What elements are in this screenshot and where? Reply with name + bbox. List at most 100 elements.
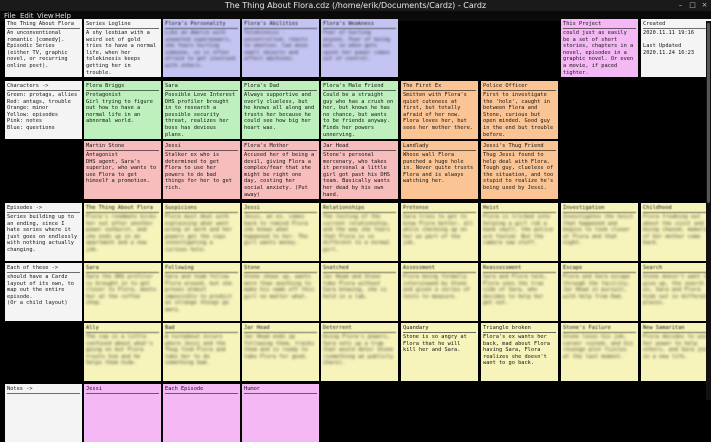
card-title: Pretense	[403, 204, 476, 213]
card-ep-assessment[interactable]: Assessment Flora being formally interview…	[401, 263, 478, 321]
card-ep-snatched[interactable]: Snatched Jar Head and Stone take Flora wi…	[321, 263, 398, 321]
card-text: Telekinesis - uncontrolled, reacts to em…	[244, 30, 311, 63]
card-title: Ally	[86, 324, 159, 333]
card-text: Like an Amelie with unwanted superpowers…	[165, 30, 239, 69]
card-ep-childhood[interactable]: Childhood Flora freaking out about the vi…	[641, 203, 711, 261]
card-thing-about-flora[interactable]: The Thing About Flora An unconventional r…	[5, 19, 82, 77]
card-title: Suspicions	[165, 204, 238, 213]
card-text: Stalker ex who is determined to get Flor…	[165, 152, 236, 191]
card-ep-stones-failure[interactable]: Stone's Failure Stone loses his job, care…	[561, 323, 638, 381]
card-ep-quandary[interactable]: Quandary Stone is so angry at Flora that …	[401, 323, 478, 381]
card-title: Sara	[165, 82, 238, 91]
card-text: Investigates the heist that happened and…	[563, 214, 637, 247]
card-floras-dad[interactable]: Flora's Dad Always supportive and overly …	[242, 81, 319, 139]
card-the-first-ex[interactable]: The First Ex Smitten with Flora's quiet c…	[401, 81, 478, 139]
card-ep-new-samaritan[interactable]: New Samaritan Flora decides to use her po…	[641, 323, 711, 381]
card-floras-mother[interactable]: Flora's Mother Accused her of being a dev…	[242, 141, 319, 199]
card-text: could just as easily be a set of short s…	[563, 30, 637, 76]
card-ep-deterrent[interactable]: Deterrent Using Flora's powers, Sara sets…	[321, 323, 398, 381]
card-text: Series building up to an ending, since I…	[7, 214, 81, 253]
close-icon[interactable]: ×	[700, 1, 709, 10]
card-title: Flora's Mother	[244, 142, 317, 151]
card-title: Flora's Personality	[165, 20, 238, 29]
card-note-humor[interactable]: Humor	[242, 384, 319, 442]
card-title: Following	[165, 264, 238, 273]
card-ep-ally[interactable]: Ally The cop is a little confused about w…	[84, 323, 161, 381]
card-notes[interactable]: Notes ->	[5, 384, 82, 442]
card-floras-weakness[interactable]: Flora's Weakness Fear of hurting anyone. …	[321, 19, 398, 77]
maximize-icon[interactable]: □	[688, 1, 697, 10]
card-text: An unconventional romantic [comedy]. Epi…	[7, 30, 71, 69]
card-landlady[interactable]: Landlady Whose wall Flora punched a huge …	[401, 141, 478, 199]
card-ep-sara[interactable]: Sara Sara the DHS profiler is brought in …	[84, 263, 161, 321]
card-title: Flora's Weakness	[323, 20, 396, 29]
card-ep-search[interactable]: SearchStone doesn't want to give up, the…	[641, 263, 711, 321]
minimize-icon[interactable]: –	[676, 1, 685, 10]
card-ep-escape[interactable]: Escape Flora and Sara escape through the …	[561, 263, 638, 321]
card-title: Flora Briggs	[86, 82, 159, 91]
card-text: Flora decides to use her power to help o…	[643, 334, 711, 360]
card-title: The First Ex	[403, 82, 476, 91]
card-title: Jar Head	[323, 142, 396, 151]
card-text: Flora's ex wants her back, mad about Flo…	[483, 334, 554, 367]
card-title: Each Episode	[165, 385, 238, 394]
card-text: Stone shows up, wants more than anything…	[244, 274, 318, 300]
card-title: Jessi	[244, 204, 317, 213]
card-ep-bad[interactable]: Bad A turnabout occurs where Jessi and th…	[163, 323, 240, 381]
card-ep-triangle-broken[interactable]: Triangle broken Flora's ex wants her back…	[481, 323, 558, 381]
card-text: Could be a straight guy who has a crush …	[323, 92, 397, 138]
card-title: Flora's Abilities	[244, 20, 317, 29]
card-text: Sara and Flora talk, Flora sees the true…	[483, 274, 550, 307]
card-floras-personality[interactable]: Flora's Personality Like an Amelie with u…	[163, 19, 240, 77]
card-text: Flora's roommate kicks her out after ano…	[86, 214, 160, 253]
card-text: Sara the DHS profiler is brought in to g…	[86, 274, 160, 307]
scrollbar-thumb[interactable]	[707, 23, 710, 203]
card-title: Stone's Failure	[563, 324, 636, 333]
card-text: Stone loses his job, career ruined, and …	[563, 334, 637, 360]
card-characters[interactable]: Characters -> Green: protags, allies Red:…	[5, 81, 82, 139]
card-title: Search	[643, 264, 711, 273]
card-ep-following[interactable]: Following Sara and team follow Flora arou…	[163, 263, 240, 321]
card-ep-thing-about-flora[interactable]: The Thing About Flora Flora's roommate ki…	[84, 203, 161, 261]
vertical-scrollbar[interactable]	[706, 21, 711, 400]
card-ep-investigation[interactable]: Investigation Investigates the heist that…	[561, 203, 638, 261]
card-jessi[interactable]: Jessi Stalker ex who is determined to get…	[163, 141, 240, 199]
card-title: Flora's Male Friend	[323, 82, 396, 91]
card-text: Flora is tricked into helping a girl rob…	[483, 214, 557, 247]
card-ep-jessi[interactable]: Jessi Jessi, an ex, comes back to remind …	[242, 203, 319, 261]
card-note-jessi[interactable]: Jessi	[84, 384, 161, 442]
card-ep-reassessment[interactable]: Reassessment Sara and Flora talk, Flora s…	[481, 263, 558, 321]
card-each-of-these[interactable]: Each of these -> should have a Cardz layo…	[5, 263, 82, 321]
window-title: The Thing About Flora.cdz (/home/erik/Do…	[224, 1, 487, 10]
card-text: Jar Head ends up following them, tracks …	[244, 334, 318, 360]
card-martin-stone[interactable]: Martin Stone Antagonist DHS agent, Sara's…	[84, 141, 161, 199]
card-created[interactable]: Created 2020.11.11 19:16 Last Updated 202…	[641, 19, 711, 77]
card-note-each-episode[interactable]: Each Episode	[163, 384, 240, 442]
card-ep-jar-head[interactable]: Jar Head Jar Head ends up following them,…	[242, 323, 319, 381]
card-ep-relationships[interactable]: Relationships The testing of the current …	[321, 203, 398, 261]
card-title: Jessi's Thug Friend	[483, 142, 556, 151]
card-jar-head[interactable]: Jar Head Stone's personal mercenary, who …	[321, 141, 398, 199]
card-ep-suspicions[interactable]: Suspicions Flora must deal with explainin…	[163, 203, 240, 261]
card-ep-stone[interactable]: Stone Stone shows up, wants more than any…	[242, 263, 319, 321]
card-episodes[interactable]: Episodes -> Series building up to an endi…	[5, 203, 82, 261]
card-jessis-thug-friend[interactable]: Jessi's Thug Friend Thug Jessi found to h…	[481, 141, 558, 199]
card-title: This Project	[563, 20, 636, 29]
card-sara[interactable]: Sara Possible Love Interest DHS profiler …	[163, 81, 240, 139]
card-title: Jessi	[165, 142, 238, 151]
window-titlebar: The Thing About Flora.cdz (/home/erik/Do…	[0, 0, 711, 11]
card-title: Landlady	[403, 142, 476, 151]
card-text: First to investigate the 'hole', caught …	[483, 92, 557, 138]
card-title: Assessment	[403, 264, 476, 273]
card-police-officer[interactable]: Police Officer First to investigate the '…	[481, 81, 558, 139]
card-ep-pretense[interactable]: Pretense Sara tries to get to know Flora …	[401, 203, 478, 261]
card-ep-heist[interactable]: Heist Flora is tricked into helping a gir…	[481, 203, 558, 261]
card-flora-briggs[interactable]: Flora Briggs Protagonist Girl trying to f…	[84, 81, 161, 139]
card-title: Quandary	[403, 324, 476, 333]
card-floras-abilities[interactable]: Flora's Abilities Telekinesis - uncontrol…	[242, 19, 319, 77]
card-title: Martin Stone	[86, 142, 159, 151]
card-series-logline[interactable]: Series Logline A shy lesbian with a weird…	[84, 19, 161, 77]
card-floras-male-friend[interactable]: Flora's Male Friend Could be a straight g…	[321, 81, 398, 139]
card-text: Sara tries to get to know Flora better, …	[403, 214, 477, 247]
card-this-project[interactable]: This Project could just as easily be a se…	[561, 19, 638, 77]
